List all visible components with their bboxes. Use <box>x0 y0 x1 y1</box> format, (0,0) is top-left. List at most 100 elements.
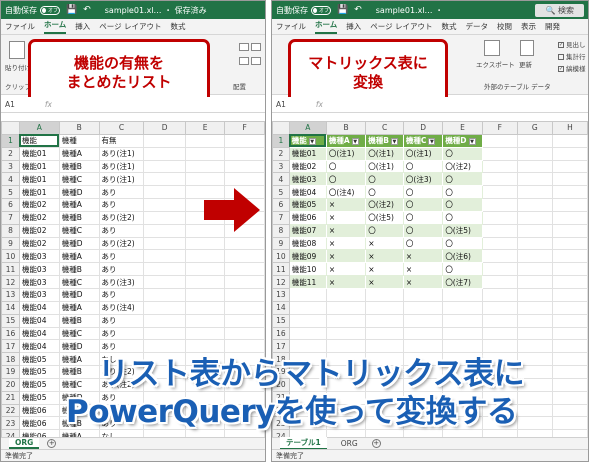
paste-icon[interactable] <box>9 41 25 59</box>
cell[interactable] <box>143 326 186 341</box>
cell[interactable]: あり <box>98 287 145 302</box>
row-header[interactable]: 17 <box>1 339 20 354</box>
cell[interactable]: × <box>402 249 444 264</box>
undo-icon[interactable]: ↶ <box>83 5 91 15</box>
cell[interactable] <box>481 300 518 315</box>
cell[interactable] <box>481 133 518 148</box>
table-header-cell[interactable]: 機能 ▼ <box>288 133 327 148</box>
cell[interactable]: 機種D <box>58 185 100 200</box>
sheet-tab-org[interactable]: ORG <box>9 438 40 449</box>
cell[interactable] <box>224 275 265 289</box>
cell[interactable]: 機能06 <box>18 416 60 431</box>
cell[interactable] <box>143 287 186 302</box>
cell[interactable]: 〇 <box>442 185 483 200</box>
cell[interactable]: あり <box>98 326 145 341</box>
sheet-tab-org[interactable]: ORG <box>335 439 364 448</box>
cell[interactable]: 機能05 <box>288 198 327 212</box>
cell[interactable]: 〇 <box>402 159 444 174</box>
cell[interactable] <box>516 262 553 277</box>
name-box[interactable]: A1 <box>276 100 286 109</box>
autosave-toggle[interactable]: 自動保存 オフ <box>276 5 331 16</box>
cell[interactable] <box>224 262 265 277</box>
cell[interactable] <box>481 275 518 289</box>
cell[interactable]: × <box>365 236 404 251</box>
export-icon[interactable] <box>484 40 500 56</box>
cell[interactable]: 〇 <box>402 198 444 212</box>
cell[interactable] <box>365 326 404 341</box>
cell[interactable] <box>143 300 186 315</box>
cell[interactable]: 機種A <box>58 352 100 367</box>
row-header[interactable]: 5 <box>272 185 290 200</box>
add-sheet-icon[interactable]: + <box>47 439 57 448</box>
row-header[interactable]: 6 <box>1 198 20 212</box>
cell[interactable] <box>516 133 553 148</box>
cell[interactable] <box>481 159 518 174</box>
cell[interactable]: 〇 <box>442 172 483 187</box>
tab-home[interactable]: ホーム <box>315 19 338 34</box>
cell[interactable] <box>516 287 553 302</box>
cell[interactable]: 〇 <box>402 236 444 251</box>
cell[interactable] <box>184 262 226 277</box>
cell[interactable]: 〇(注1) <box>365 159 404 174</box>
cell[interactable] <box>184 287 226 302</box>
cell[interactable]: 機能04 <box>288 185 327 200</box>
cell[interactable] <box>325 313 367 328</box>
cell[interactable]: 有無 <box>98 133 145 148</box>
row-header[interactable]: 2 <box>272 146 290 161</box>
cell[interactable]: × <box>325 210 367 225</box>
cell[interactable]: 機能06 <box>18 403 60 418</box>
cell[interactable]: 機能08 <box>288 236 327 251</box>
cell[interactable]: 〇(注1) <box>325 146 367 161</box>
cell[interactable]: 機種A <box>58 300 100 315</box>
cell[interactable]: 〇 <box>365 185 404 200</box>
tab-formulas[interactable]: 数式 <box>442 21 457 34</box>
cell[interactable]: 〇(注2) <box>365 198 404 212</box>
cell[interactable]: 機種C <box>58 275 100 289</box>
cell[interactable] <box>551 185 588 200</box>
cell[interactable] <box>402 326 444 341</box>
cell[interactable]: × <box>325 198 367 212</box>
cell[interactable]: 機能01 <box>288 146 327 161</box>
corner-cell[interactable] <box>272 121 290 135</box>
cell[interactable] <box>288 287 327 302</box>
cell[interactable] <box>516 326 553 341</box>
cell[interactable] <box>516 172 553 187</box>
cell[interactable]: 〇(注5) <box>442 223 483 238</box>
tab-review[interactable]: 校閲 <box>497 21 512 34</box>
cell[interactable] <box>481 287 518 302</box>
cell[interactable]: あり(注1) <box>98 172 145 187</box>
cell[interactable]: 〇 <box>325 159 367 174</box>
cell[interactable] <box>143 133 186 148</box>
cell[interactable] <box>143 146 186 161</box>
cell[interactable] <box>516 236 553 251</box>
cell[interactable]: 〇 <box>442 146 483 161</box>
cell[interactable] <box>442 300 483 315</box>
column-header-b[interactable]: B <box>58 121 100 135</box>
cell[interactable]: 〇 <box>442 210 483 225</box>
cell[interactable]: あり(注2) <box>98 210 145 225</box>
cell[interactable]: 機能01 <box>18 185 60 200</box>
filter-dropdown-icon[interactable]: ▼ <box>308 138 316 146</box>
column-header-f[interactable]: F <box>481 121 518 135</box>
filter-dropdown-icon[interactable]: ▼ <box>351 138 359 146</box>
cell[interactable] <box>143 236 186 251</box>
name-box[interactable]: A1 <box>5 100 15 109</box>
fx-icon[interactable]: fx <box>45 100 52 109</box>
cell[interactable] <box>516 185 553 200</box>
cell[interactable]: × <box>325 275 367 289</box>
cell[interactable]: あり <box>98 185 145 200</box>
cell[interactable] <box>224 300 265 315</box>
cell[interactable]: 機能05 <box>18 377 60 392</box>
row-header[interactable]: 4 <box>1 172 20 187</box>
cell[interactable]: 機能02 <box>288 159 327 174</box>
cell[interactable]: 機種D <box>58 339 100 354</box>
row-header[interactable]: 22 <box>1 403 20 418</box>
cell[interactable] <box>481 210 518 225</box>
row-header[interactable]: 8 <box>272 223 290 238</box>
cell[interactable]: あり(注1) <box>98 146 145 161</box>
cell[interactable] <box>516 313 553 328</box>
cell[interactable] <box>516 146 553 161</box>
cell[interactable] <box>184 313 226 328</box>
cell[interactable]: 〇 <box>365 172 404 187</box>
row-header[interactable]: 5 <box>1 185 20 200</box>
